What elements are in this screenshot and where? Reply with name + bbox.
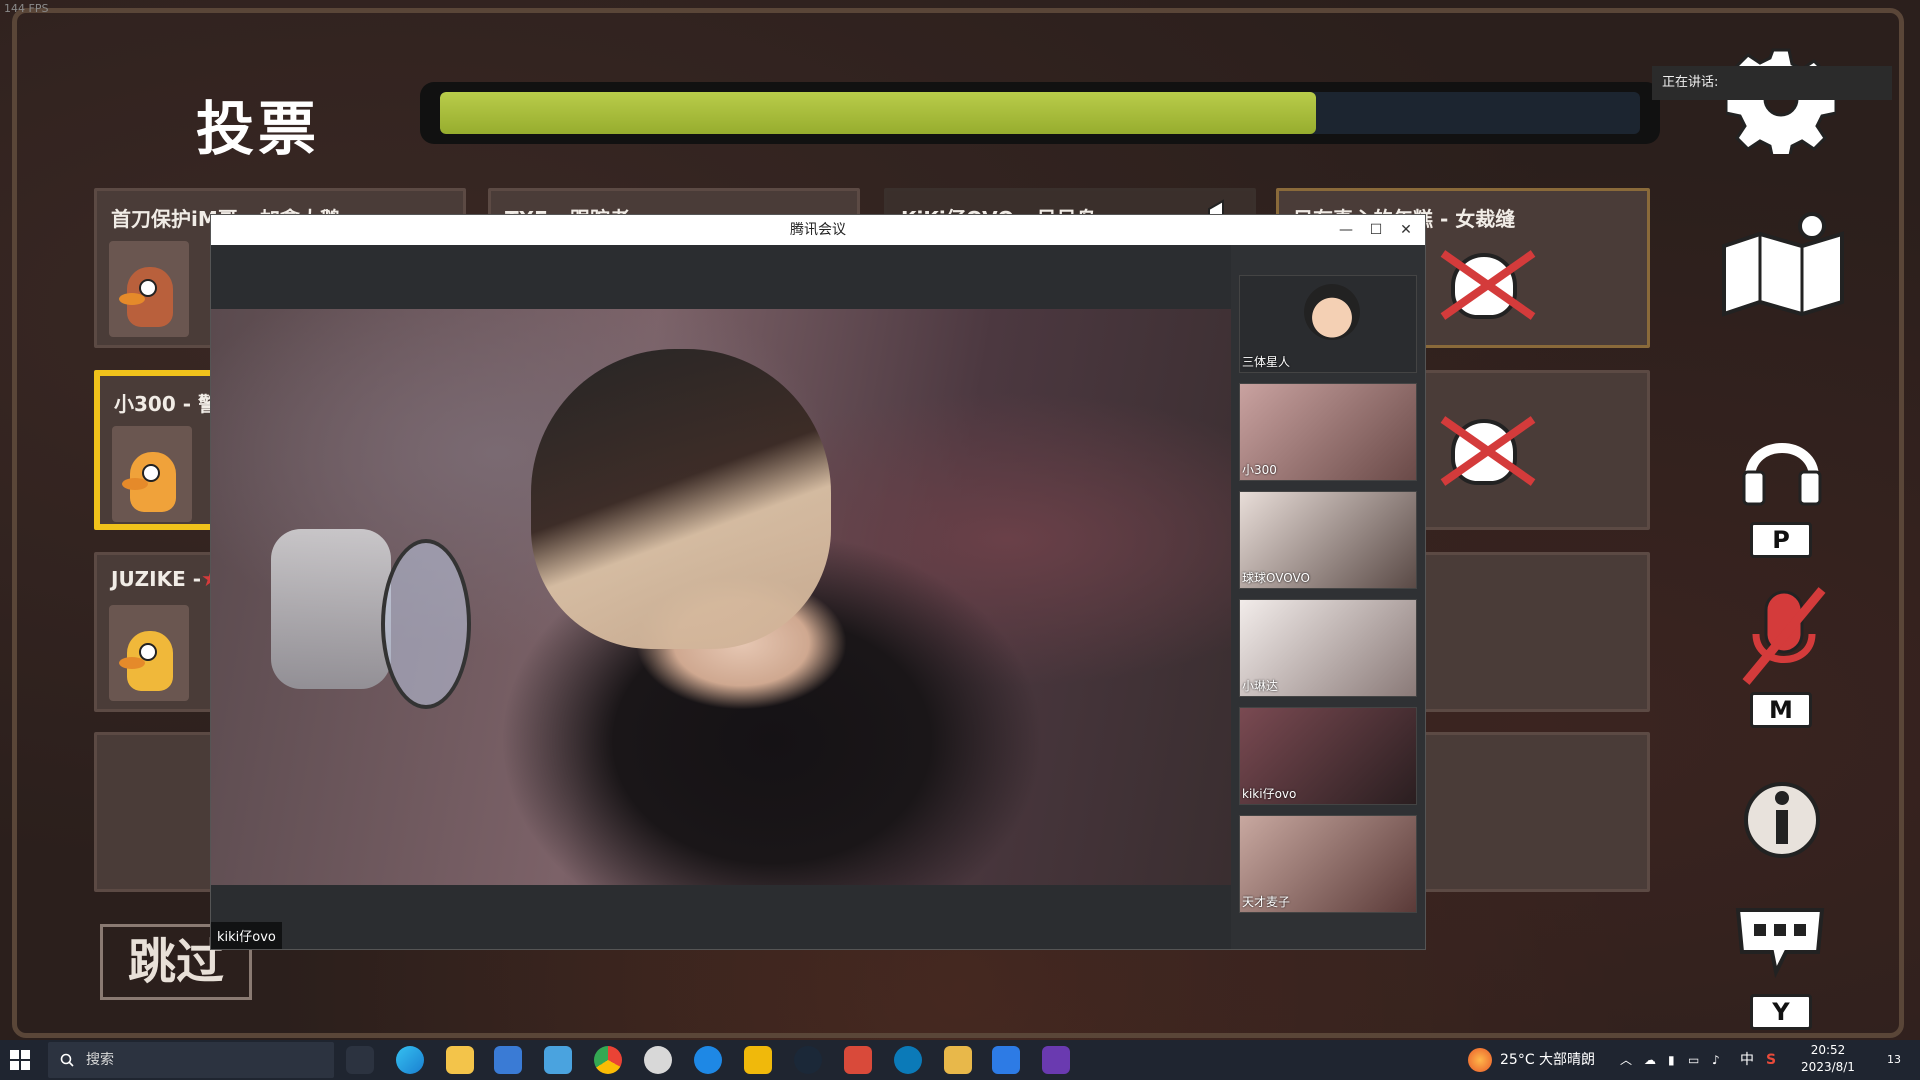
player-card-name: JUZIKE - <box>111 567 202 591</box>
participant-name: 三体星人 <box>1242 355 1291 369</box>
app-icon[interactable] <box>744 1046 772 1074</box>
cloud-icon[interactable]: ☁ <box>1644 1040 1656 1080</box>
tencent-meeting-icon[interactable] <box>992 1046 1020 1074</box>
chat-key: Y <box>1750 994 1812 1030</box>
muted-mic-icon[interactable] <box>1736 582 1832 692</box>
mute-key: M <box>1750 692 1812 728</box>
weather-icon[interactable] <box>1468 1048 1492 1072</box>
store-icon[interactable] <box>494 1046 522 1074</box>
clock-time: 20:52 <box>1810 1043 1846 1057</box>
goose-game-icon[interactable] <box>944 1046 972 1074</box>
video-pop-filter <box>381 539 471 709</box>
app-icon[interactable] <box>894 1046 922 1074</box>
meeting-window[interactable]: 腾讯会议 — ☐ ✕ kiki仔ovo 三体星人 小300 球球OVOVO 小琳… <box>210 214 1426 950</box>
video-microphone <box>271 529 391 689</box>
close-icon[interactable]: ✕ <box>1391 215 1421 245</box>
task-view-icon[interactable] <box>346 1046 374 1074</box>
participant-tile[interactable]: 天才麦子 <box>1239 815 1417 913</box>
participant-name: 天才麦子 <box>1242 895 1291 909</box>
search-icon <box>60 1052 74 1067</box>
map-icon[interactable] <box>1716 206 1850 318</box>
notification-badge[interactable]: 13 <box>1880 1046 1908 1074</box>
taskbar: 搜索 25°C 大部晴朗 ︿ ☁ ▮ ▭ ♪ 中 S 20:52 2023/8/… <box>0 1040 1920 1080</box>
dead-skull-icon <box>1439 247 1536 327</box>
fps-counter: 144 FPS <box>4 2 49 15</box>
dead-skull-icon <box>1439 413 1536 493</box>
minimize-icon[interactable]: — <box>1331 215 1361 245</box>
kook-icon[interactable] <box>694 1046 722 1074</box>
speaking-indicator: 正在讲话: <box>1652 66 1892 100</box>
windows-start-icon[interactable] <box>10 1050 30 1070</box>
taskbar-search[interactable]: 搜索 <box>48 1042 334 1078</box>
main-speaker-name: kiki仔ovo <box>211 922 282 949</box>
participant-tile[interactable]: kiki仔ovo <box>1239 707 1417 805</box>
volume-icon[interactable]: ♪ <box>1712 1040 1720 1080</box>
participant-name: 小300 <box>1242 463 1277 477</box>
participant-tile[interactable]: 三体星人 <box>1239 275 1417 373</box>
participant-name: 球球OVOVO <box>1242 571 1310 585</box>
weather-text[interactable]: 25°C 大部晴朗 <box>1500 1040 1595 1080</box>
participant-tile[interactable]: 球球OVOVO <box>1239 491 1417 589</box>
microphone-icon[interactable]: ▮ <box>1668 1040 1675 1080</box>
app-icon[interactable] <box>844 1046 872 1074</box>
push-to-talk-key: P <box>1750 522 1812 558</box>
duck-avatar-icon <box>109 241 189 337</box>
participant-list[interactable]: 三体星人 小300 球球OVOVO 小琳达 kiki仔ovo 天才麦子 <box>1231 245 1425 949</box>
network-icon[interactable]: ▭ <box>1688 1040 1699 1080</box>
search-placeholder: 搜索 <box>86 1052 114 1068</box>
vote-timer-fill <box>440 92 1316 134</box>
chrome-icon[interactable] <box>594 1046 622 1074</box>
participant-tile[interactable]: 小琳达 <box>1239 599 1417 697</box>
participant-name: 小琳达 <box>1242 679 1279 693</box>
info-icon[interactable] <box>1740 776 1824 860</box>
file-explorer-icon[interactable] <box>446 1046 474 1074</box>
meeting-title: 腾讯会议 <box>790 222 846 238</box>
clock-date: 2023/8/1 <box>1801 1060 1855 1074</box>
vote-timer-bar <box>420 82 1660 144</box>
meeting-titlebar[interactable]: 腾讯会议 — ☐ ✕ <box>211 215 1425 245</box>
mail-icon[interactable] <box>544 1046 572 1074</box>
duck-avatar-icon <box>109 605 189 701</box>
chat-bubble-icon[interactable] <box>1732 902 1828 979</box>
cartoon-avatar-icon <box>1304 284 1360 340</box>
clock[interactable]: 20:52 2023/8/1 <box>1788 1042 1868 1076</box>
main-video-area[interactable]: kiki仔ovo <box>211 245 1231 949</box>
edge-icon[interactable] <box>396 1046 424 1074</box>
vote-title: 投票 <box>196 95 321 163</box>
steam-icon[interactable] <box>794 1046 822 1074</box>
main-video-feed <box>211 309 1231 885</box>
participant-tile[interactable]: 小300 <box>1239 383 1417 481</box>
participant-name: kiki仔ovo <box>1242 787 1297 801</box>
maximize-icon[interactable]: ☐ <box>1361 215 1391 245</box>
duck-avatar-icon <box>112 426 192 522</box>
sogou-ime-icon[interactable]: S <box>1766 1040 1776 1080</box>
video-person <box>531 349 831 649</box>
app-icon[interactable] <box>1042 1046 1070 1074</box>
app-icon[interactable] <box>644 1046 672 1074</box>
ime-indicator[interactable]: 中 <box>1740 1040 1754 1080</box>
tray-expand-icon[interactable]: ︿ <box>1620 1040 1632 1080</box>
headphones-icon[interactable] <box>1740 428 1824 508</box>
